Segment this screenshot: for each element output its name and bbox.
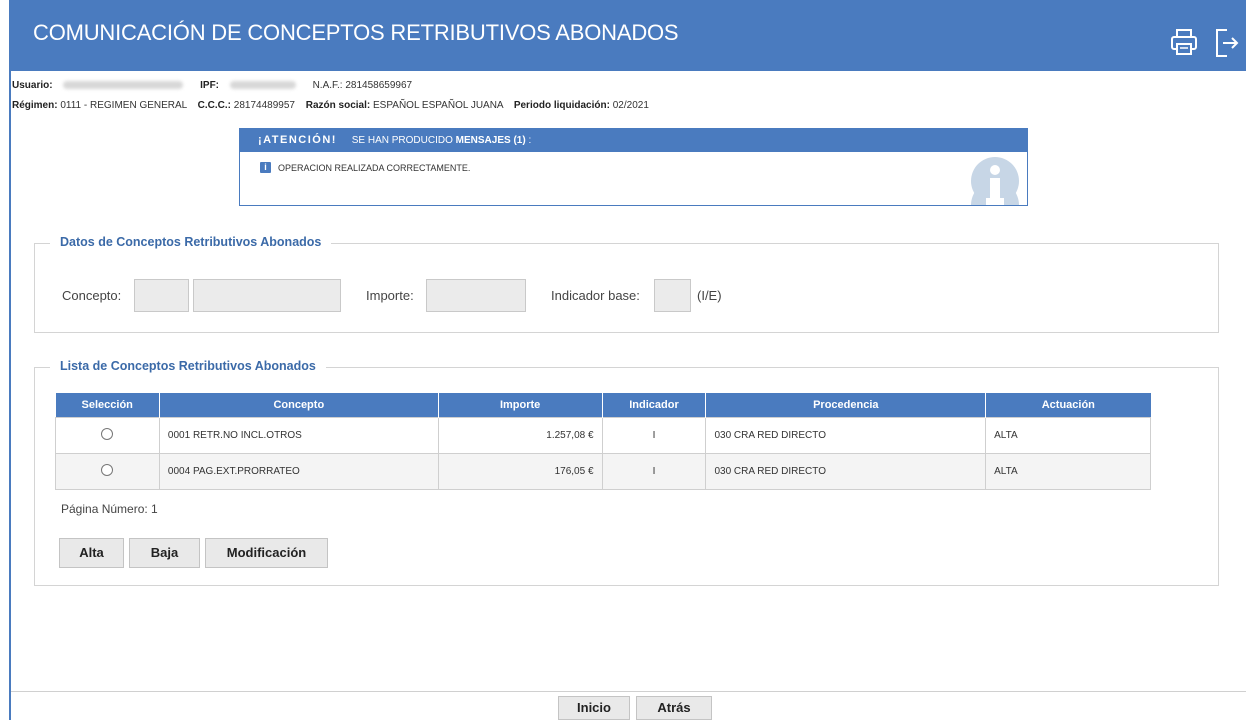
conceptos-table: Selección Concepto Importe Indicador Pro… <box>55 393 1151 490</box>
col-seleccion: Selección <box>55 393 160 418</box>
table-row[interactable]: 0004 PAG.EXT.PRORRATEO 176,05 € I 030 CR… <box>55 453 1151 490</box>
razon-value: ESPAÑOL ESPAÑOL JUANA <box>373 100 504 111</box>
concepto-label: Concepto: <box>62 288 122 303</box>
table-header-row: Selección Concepto Importe Indicador Pro… <box>55 393 1151 418</box>
ccc-label: C.C.C.: <box>197 100 231 111</box>
concepto-desc-input[interactable] <box>193 279 341 312</box>
alert-produced: SE HAN PRODUCIDO <box>351 135 453 146</box>
left-border <box>9 0 11 720</box>
alert-attention: ¡ATENCIÓN! <box>258 134 337 146</box>
alert-message-row: i OPERACION REALIZADA CORRECTAMENTE. <box>260 162 470 173</box>
atras-button[interactable]: Atrás <box>636 696 712 720</box>
importe-label: Importe: <box>366 288 414 303</box>
procedencia-cell: 030 CRA RED DIRECTO <box>705 417 987 454</box>
col-actuacion: Actuación <box>985 393 1151 418</box>
row-select-cell <box>55 453 160 490</box>
row-radio[interactable] <box>101 464 114 476</box>
col-procedencia: Procedencia <box>705 393 987 418</box>
page-number: Página Número: 1 <box>61 502 158 516</box>
concepto-cell: 0001 RETR.NO INCL.OTROS <box>158 417 439 454</box>
ipf-value-redacted <box>229 81 296 90</box>
alert-message: OPERACION REALIZADA CORRECTAMENTE. <box>278 162 471 173</box>
col-importe: Importe <box>438 393 603 418</box>
usuario-label: Usuario: <box>12 80 53 91</box>
alert-header: ¡ATENCIÓN! SE HAN PRODUCIDO MENSAJES (1)… <box>240 129 1027 152</box>
baja-button[interactable]: Baja <box>129 538 200 568</box>
table-row[interactable]: 0001 RETR.NO INCL.OTROS 1.257,08 € I 030… <box>55 417 1151 454</box>
footer-divider <box>11 691 1246 692</box>
actuacion-cell: ALTA <box>985 417 1151 454</box>
col-indicador: Indicador <box>602 393 707 418</box>
indicador-cell: I <box>601 417 707 454</box>
page-title: COMUNICACIÓN DE CONCEPTOS RETRIBUTIVOS A… <box>33 20 679 45</box>
regimen-value: 0111 - REGIMEN GENERAL <box>60 100 187 111</box>
logout-icon[interactable] <box>1211 26 1241 60</box>
modificacion-button[interactable]: Modificación <box>205 538 328 568</box>
indicador-hint: (I/E) <box>697 288 722 303</box>
alta-button[interactable]: Alta <box>59 538 124 568</box>
alert-messages: MENSAJES (1) <box>455 135 526 146</box>
page-header: COMUNICACIÓN DE CONCEPTOS RETRIBUTIVOS A… <box>11 0 1246 71</box>
row-select-cell <box>55 417 160 454</box>
datos-legend: Datos de Conceptos Retributivos Abonados <box>50 235 332 249</box>
col-concepto: Concepto <box>159 393 439 418</box>
lista-legend: Lista de Conceptos Retributivos Abonados <box>50 359 326 373</box>
procedencia-cell: 030 CRA RED DIRECTO <box>705 453 987 490</box>
periodo-value: 02/2021 <box>612 100 649 111</box>
printer-icon[interactable] <box>1169 26 1199 60</box>
ipf-label: IPF: <box>200 80 220 91</box>
info-large-icon <box>971 157 1019 205</box>
concepto-code-input[interactable] <box>134 279 189 312</box>
user-info-line: Usuario: IPF: N.A.F.: 281458659967 <box>12 80 412 91</box>
account-info-line: Régimen: 0111 - REGIMEN GENERAL C.C.C.: … <box>12 100 649 111</box>
razon-label: Razón social: <box>305 100 371 111</box>
importe-cell: 176,05 € <box>437 453 603 490</box>
indicador-cell: I <box>601 453 707 490</box>
usuario-value-redacted <box>63 81 184 90</box>
alert-colon: : <box>528 135 532 146</box>
concepto-cell: 0004 PAG.EXT.PRORRATEO <box>158 453 439 490</box>
importe-cell: 1.257,08 € <box>437 417 603 454</box>
actuacion-cell: ALTA <box>985 453 1151 490</box>
row-radio[interactable] <box>101 428 114 440</box>
naf-label: N.A.F.: <box>312 80 343 91</box>
indicador-base-input[interactable] <box>654 279 691 312</box>
inicio-button[interactable]: Inicio <box>558 696 630 720</box>
info-icon: i <box>260 162 271 173</box>
regimen-label: Régimen: <box>12 100 58 111</box>
indicador-base-label: Indicador base: <box>551 288 640 303</box>
ccc-value: 28174489957 <box>233 100 295 111</box>
periodo-label: Periodo liquidación: <box>513 100 610 111</box>
naf-value: 281458659967 <box>345 80 413 91</box>
alert-box: ¡ATENCIÓN! SE HAN PRODUCIDO MENSAJES (1)… <box>239 128 1028 206</box>
importe-input[interactable] <box>426 279 526 312</box>
